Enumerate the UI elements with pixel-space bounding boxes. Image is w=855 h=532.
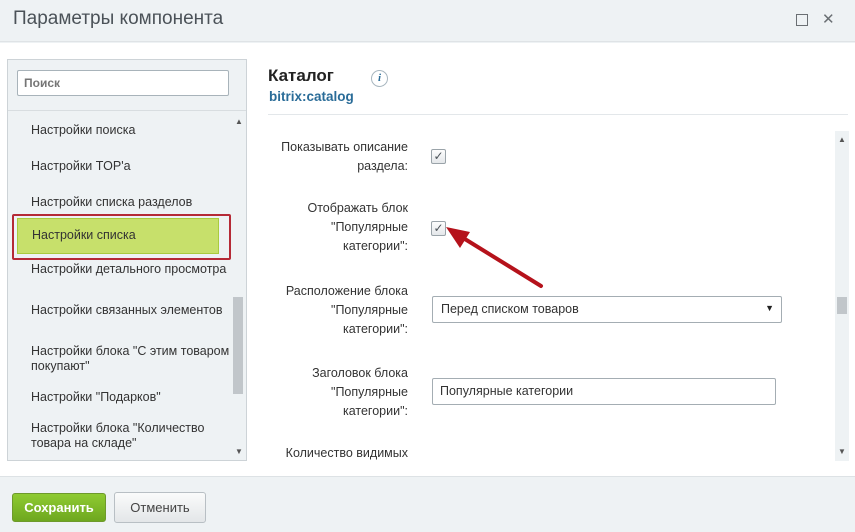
sidebar-item-stock-settings[interactable]: Настройки блока "Количество товара на ск… (31, 421, 231, 451)
annotation-arrow-icon (446, 227, 543, 288)
sidebar-item-section-list-settings[interactable]: Настройки списка разделов (31, 195, 231, 210)
sidebar-item-search-settings[interactable]: Настройки поиска (31, 123, 231, 138)
show-popular-block-label: Отображать блок "Популярные категории": (307, 201, 408, 253)
component-title: Каталог (268, 66, 334, 85)
sidebar-item-top-settings[interactable]: Настройки TOP'а (31, 159, 231, 174)
popular-title-input[interactable]: Популярные категории (432, 378, 776, 405)
show-description-checkbox[interactable]: ✓ (431, 149, 446, 164)
visible-count-label: Количество видимых (285, 446, 408, 460)
sidebar-item-gifts-settings[interactable]: Настройки "Подарков" (31, 390, 231, 405)
search-input[interactable] (17, 70, 229, 96)
sidebar: Настройки поиска Настройки TOP'а Настрой… (7, 59, 247, 461)
close-icon[interactable]: ✕ (822, 12, 835, 27)
sidebar-list: Настройки поиска Настройки TOP'а Настрой… (8, 112, 232, 460)
check-icon: ✓ (433, 149, 444, 163)
divider (268, 114, 848, 115)
info-icon[interactable]: i (371, 70, 388, 87)
content-scrollbar[interactable] (835, 131, 849, 461)
sidebar-item-related-settings[interactable]: Настройки связанных элементов (31, 303, 231, 318)
sidebar-scroll-thumb[interactable] (233, 297, 243, 394)
scroll-up-icon[interactable]: ▲ (836, 136, 848, 144)
dropdown-arrow-icon: ▼ (765, 303, 774, 313)
scroll-down-icon[interactable]: ▼ (233, 448, 245, 456)
settings-form: Показывать описание раздела: ✓ Отображат… (268, 131, 833, 461)
show-description-label: Показывать описание раздела: (281, 140, 408, 173)
cancel-button[interactable]: Отменить (114, 492, 206, 523)
divider (8, 110, 246, 111)
window-title: Параметры компонента (13, 8, 224, 29)
popular-title-label: Заголовок блока "Популярные категории": (312, 366, 408, 418)
component-code: bitrix:catalog (269, 89, 354, 104)
popular-position-select[interactable]: Перед списком товаров ▼ (432, 296, 782, 323)
title-bar: Параметры компонента ✕ (0, 0, 855, 42)
scroll-up-icon[interactable]: ▲ (233, 118, 245, 126)
sidebar-item-also-buy-settings[interactable]: Настройки блока "С этим товаром покупают… (31, 344, 231, 374)
maximize-icon[interactable] (796, 14, 808, 26)
select-value: Перед списком товаров (441, 302, 579, 316)
content-scroll-thumb[interactable] (837, 297, 847, 314)
popular-position-label: Расположение блока "Популярные категории… (285, 284, 408, 336)
sidebar-scrollbar[interactable] (232, 112, 246, 460)
highlight-outline (12, 214, 231, 260)
sidebar-item-detail-settings[interactable]: Настройки детального просмотра (31, 262, 231, 277)
save-button[interactable]: Сохранить (12, 493, 106, 522)
scroll-down-icon[interactable]: ▼ (836, 448, 848, 456)
